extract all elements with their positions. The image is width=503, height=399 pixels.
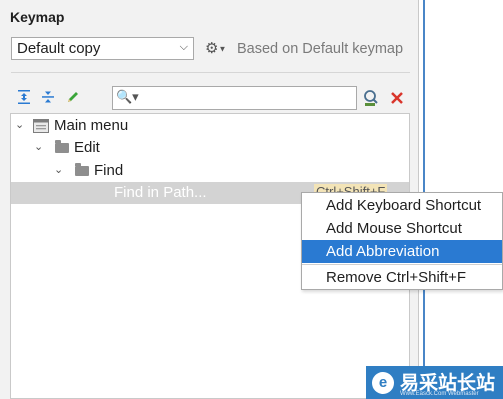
menu-item-label: Add Keyboard Shortcut <box>326 197 482 214</box>
menu-item-label: Remove Ctrl+Shift+F <box>326 269 467 286</box>
gear-icon[interactable]: ⚙▼ <box>205 39 226 57</box>
edit-icon[interactable] <box>65 89 81 105</box>
based-on-label: Based on Default keymap <box>237 41 404 57</box>
tree-label: Find <box>94 162 124 179</box>
menu-item-remove-shortcut[interactable]: Remove Ctrl+Shift+F <box>302 266 502 289</box>
keymap-select-value: Default copy <box>17 40 101 57</box>
tree-label: Main menu <box>54 117 129 134</box>
folder-icon <box>55 140 69 153</box>
clear-filter-icon[interactable] <box>389 90 405 106</box>
keymap-select[interactable]: Default copy ⌵ <box>11 37 194 60</box>
chevron-down-icon[interactable]: ⌄ <box>34 140 43 153</box>
keymap-title: Keymap <box>10 9 65 25</box>
watermark-logo-icon: e <box>372 372 394 394</box>
chevron-down-icon[interactable]: ⌄ <box>15 118 24 131</box>
menu-icon <box>33 119 49 133</box>
search-icon: 🔍▾ <box>116 89 139 104</box>
tree-node-edit[interactable]: ⌄ Edit <box>11 137 409 159</box>
search-input[interactable]: 🔍▾ <box>112 86 357 110</box>
folder-icon <box>75 163 89 176</box>
menu-item-label: Add Abbreviation <box>326 243 440 260</box>
find-by-shortcut-icon[interactable] <box>362 89 380 107</box>
menu-divider <box>302 264 502 265</box>
watermark-subtext: Www.Easck.Com Webmaster <box>400 391 479 397</box>
chevron-down-icon: ⌵ <box>179 41 188 53</box>
menu-item-add-mouse-shortcut[interactable]: Add Mouse Shortcut <box>302 217 502 240</box>
context-menu: Add Keyboard Shortcut Add Mouse Shortcut… <box>301 192 503 290</box>
tree-node-find[interactable]: ⌄ Find <box>11 160 409 182</box>
divider <box>11 72 410 73</box>
menu-item-add-abbreviation[interactable]: Add Abbreviation <box>302 240 502 263</box>
tree-label: Edit <box>74 139 100 156</box>
expand-all-icon[interactable] <box>16 89 32 105</box>
menu-item-add-keyboard-shortcut[interactable]: Add Keyboard Shortcut <box>302 194 502 217</box>
chevron-down-icon[interactable]: ⌄ <box>54 163 63 176</box>
collapse-all-icon[interactable] <box>40 89 56 105</box>
tree-label: Find in Path... <box>114 184 207 201</box>
watermark: e 易采站长站 Www.Easck.Com Webmaster <box>366 366 503 399</box>
menu-item-label: Add Mouse Shortcut <box>326 220 462 237</box>
tree-node-main-menu[interactable]: ⌄ Main menu <box>11 115 409 137</box>
